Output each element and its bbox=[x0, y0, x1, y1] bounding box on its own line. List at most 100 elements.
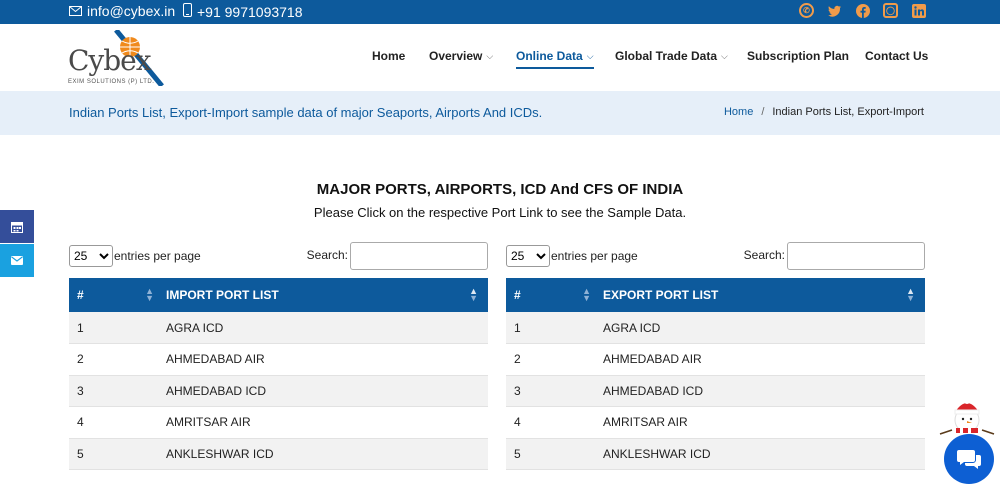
port-link[interactable]: ANKLESHWAR ICD bbox=[166, 438, 488, 470]
row-num: 3 bbox=[506, 375, 603, 407]
column-header-num[interactable]: # ▲ ▼ bbox=[69, 278, 166, 312]
nav-online-data-label: Online Data bbox=[516, 49, 583, 63]
port-link[interactable]: AMRITSAR AIR bbox=[603, 406, 925, 439]
table-row[interactable]: 1 AGRA ICD bbox=[506, 312, 925, 344]
main-navigation: Home Overview ⌵ Online Data ⌵ Global Tra… bbox=[0, 46, 1000, 76]
logo-tagline: EXIM SOLUTIONS (P) LTD. bbox=[68, 79, 155, 85]
row-num: 4 bbox=[69, 406, 166, 439]
nav-global-trade-data[interactable]: Global Trade Data ⌵ bbox=[615, 46, 728, 66]
sort-asc-icon: ▲ ▼ bbox=[469, 286, 478, 303]
port-link[interactable]: ANKLESHWAR ICD bbox=[603, 438, 925, 470]
sort-asc-icon: ▲ ▼ bbox=[906, 286, 915, 303]
nav-global-trade-label: Global Trade Data bbox=[615, 49, 718, 63]
column-header-label: IMPORT PORT LIST bbox=[166, 288, 279, 302]
phone-icon bbox=[183, 3, 192, 20]
sort-icon: ▲ ▼ bbox=[145, 286, 154, 303]
table-row[interactable]: 2 AHMEDABAD AIR bbox=[69, 343, 488, 376]
email-contact[interactable]: info@cybex.in bbox=[69, 3, 175, 19]
section-heading: MAJOR PORTS, AIRPORTS, ICD And CFS OF IN… bbox=[316, 181, 684, 198]
column-header-export-port[interactable]: EXPORT PORT LIST ▲ ▼ bbox=[603, 278, 925, 312]
chat-bubble-icon bbox=[957, 450, 981, 469]
import-entries-select[interactable]: 25 bbox=[69, 245, 113, 267]
instagram-icon[interactable]: ◯ bbox=[883, 3, 898, 18]
page-title-band: Indian Ports List, Export-Import sample … bbox=[0, 91, 1000, 135]
table-row[interactable]: 1 AGRA ICD bbox=[69, 312, 488, 344]
import-ports-table-block: 25 entries per page Search: # ▲ ▼ IMPORT … bbox=[69, 242, 488, 470]
breadcrumb-current: Indian Ports List, Export-Import bbox=[772, 106, 924, 118]
entries-per-page-label: entries per page bbox=[551, 249, 638, 263]
calendar-icon bbox=[11, 221, 23, 233]
nav-home-label: Home bbox=[372, 49, 406, 63]
export-table-controls: 25 entries per page Search: bbox=[506, 242, 925, 278]
chevron-down-icon: ⌵ bbox=[721, 50, 728, 61]
row-num: 5 bbox=[69, 438, 166, 470]
section-subheading: Please Click on the respective Port Link… bbox=[313, 205, 687, 220]
export-entries-select[interactable]: 25 bbox=[506, 245, 550, 267]
row-num: 4 bbox=[506, 406, 603, 439]
chevron-down-icon: ⌵ bbox=[486, 50, 494, 61]
breadcrumb-separator: / bbox=[761, 106, 765, 118]
port-link[interactable]: AMRITSAR AIR bbox=[166, 406, 488, 439]
nav-overview-label: Overview bbox=[429, 49, 483, 63]
nav-subscription-plan[interactable]: Subscription Plan bbox=[747, 46, 849, 66]
row-num: 1 bbox=[506, 312, 603, 344]
import-port-table: # ▲ ▼ IMPORT PORT LIST ▲ ▼ 1 AGRA ICD 2 AHME… bbox=[69, 278, 488, 470]
chevron-down-icon: ⌵ bbox=[586, 50, 594, 61]
row-num: 3 bbox=[69, 375, 166, 407]
envelope-icon bbox=[11, 256, 23, 265]
port-link[interactable]: AGRA ICD bbox=[603, 312, 925, 344]
entries-per-page-label: entries per page bbox=[114, 249, 201, 263]
row-num: 1 bbox=[69, 312, 166, 344]
search-label: Search: bbox=[743, 248, 785, 262]
email-text: info@cybex.in bbox=[87, 3, 176, 19]
nav-contact-us[interactable]: Contact Us bbox=[865, 46, 928, 66]
row-num: 2 bbox=[69, 343, 166, 376]
table-row[interactable]: 3 AHMEDABAD ICD bbox=[69, 375, 488, 407]
export-port-table: # ▲ ▼ EXPORT PORT LIST ▲ ▼ 1 AGRA ICD 2 AHME… bbox=[506, 278, 925, 470]
nav-contact-label: Contact Us bbox=[865, 49, 929, 63]
page-title: Indian Ports List, Export-Import sample … bbox=[69, 105, 543, 120]
breadcrumb: Home / Indian Ports List, Export-Import bbox=[724, 106, 924, 118]
search-label: Search: bbox=[306, 248, 348, 262]
table-row[interactable]: 5 ANKLESHWAR ICD bbox=[69, 438, 488, 470]
twitter-icon[interactable] bbox=[827, 3, 842, 18]
port-link[interactable]: AGRA ICD bbox=[166, 312, 488, 344]
export-search-input[interactable] bbox=[787, 242, 925, 270]
linkedin-icon[interactable] bbox=[911, 3, 926, 18]
top-contact-bar: info@cybex.in +91 9971093718 ✆ ◯ bbox=[0, 0, 1000, 24]
whatsapp-icon[interactable]: ✆ bbox=[799, 3, 814, 18]
mail-icon bbox=[69, 3, 82, 19]
nav-overview[interactable]: Overview ⌵ bbox=[429, 46, 493, 66]
row-num: 5 bbox=[506, 438, 603, 470]
column-header-import-port[interactable]: IMPORT PORT LIST ▲ ▼ bbox=[166, 278, 488, 312]
table-row[interactable]: 5 ANKLESHWAR ICD bbox=[506, 438, 925, 470]
nav-online-data[interactable]: Online Data ⌵ bbox=[516, 46, 594, 69]
table-row[interactable]: 4 AMRITSAR AIR bbox=[506, 406, 925, 439]
column-header-label: # bbox=[77, 288, 84, 302]
sort-icon: ▲ ▼ bbox=[582, 286, 591, 303]
port-link[interactable]: AHMEDABAD AIR bbox=[603, 343, 925, 376]
port-link[interactable]: AHMEDABAD ICD bbox=[166, 375, 488, 407]
table-row[interactable]: 3 AHMEDABAD ICD bbox=[506, 375, 925, 407]
phone-text: +91 9971093718 bbox=[197, 3, 303, 20]
table-row[interactable]: 2 AHMEDABAD AIR bbox=[506, 343, 925, 376]
facebook-icon[interactable] bbox=[855, 3, 870, 18]
email-side-button[interactable] bbox=[0, 244, 34, 277]
site-header: Cybex EXIM SOLUTIONS (P) LTD. Home Overv… bbox=[0, 24, 1000, 91]
snowman-decoration-icon bbox=[939, 398, 995, 435]
phone-contact[interactable]: +91 9971093718 bbox=[183, 3, 303, 20]
row-num: 2 bbox=[506, 343, 603, 376]
port-link[interactable]: AHMEDABAD AIR bbox=[166, 343, 488, 376]
nav-home[interactable]: Home bbox=[372, 46, 405, 66]
nav-subscription-label: Subscription Plan bbox=[747, 49, 850, 63]
import-table-controls: 25 entries per page Search: bbox=[69, 242, 488, 278]
column-header-num[interactable]: # ▲ ▼ bbox=[506, 278, 603, 312]
table-row[interactable]: 4 AMRITSAR AIR bbox=[69, 406, 488, 439]
breadcrumb-home[interactable]: Home bbox=[724, 106, 753, 118]
import-search-input[interactable] bbox=[350, 242, 488, 270]
column-header-label: EXPORT PORT LIST bbox=[603, 288, 719, 302]
export-ports-table-block: 25 entries per page Search: # ▲ ▼ EXPORT … bbox=[506, 242, 925, 470]
social-links: ✆ ◯ bbox=[799, 3, 926, 18]
port-link[interactable]: AHMEDABAD ICD bbox=[603, 375, 925, 407]
column-header-label: # bbox=[514, 288, 521, 302]
